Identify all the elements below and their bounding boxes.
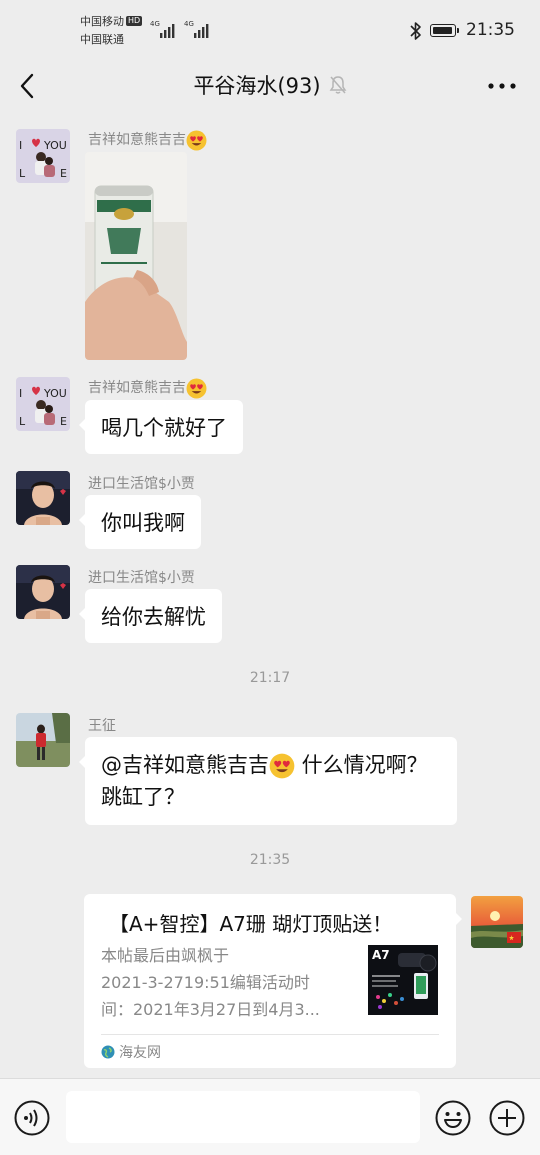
carrier-1: 中国移动 HD <box>80 15 143 28</box>
card-thumb-label: A7 <box>372 948 390 962</box>
mute-bell-icon <box>329 76 346 94</box>
chat-header: 平谷海水(93) <box>0 58 540 114</box>
message-text: 什么情况啊？ <box>295 753 428 777</box>
link-card[interactable]: 【A+智控】A7珊 瑚灯顶贴送！ 本帖最后由飒枫于 2021-3-2719:51… <box>84 894 462 1068</box>
svg-text:I: I <box>19 387 22 400</box>
sender-name: 进口生活馆$小贾 <box>88 570 195 586</box>
sender-name: 王征 <box>88 718 116 734</box>
timestamp: 21:17 <box>249 670 291 686</box>
svg-text:YOU: YOU <box>43 139 67 152</box>
mention[interactable]: @吉祥如意熊吉吉 <box>101 753 269 777</box>
emoji-button[interactable] <box>435 1100 471 1136</box>
svg-text:E: E <box>60 415 67 428</box>
carrier-2: 中国联通 <box>80 33 124 46</box>
message-bubble[interactable]: 给你去解忧 <box>79 589 222 643</box>
svg-text:L: L <box>19 167 26 180</box>
battery-icon <box>430 24 459 37</box>
globe-icon <box>101 1045 115 1059</box>
svg-text:I: I <box>19 139 22 152</box>
sender-name: 吉祥如意熊吉吉 <box>88 129 207 151</box>
svg-text:4G: 4G <box>150 20 160 28</box>
more-functions-button[interactable] <box>489 1100 525 1136</box>
message-list[interactable]: I YOU L E 吉祥如意熊吉吉 I YOU L E 吉祥如意熊吉吉 喝几个就… <box>0 114 540 1078</box>
card-description: 本帖最后由飒枫于 2021-3-2719:51编辑活动时 间：2021年3月27… <box>101 946 320 1019</box>
message-bubble[interactable]: 你叫我啊 <box>79 495 201 549</box>
status-time: 21:35 <box>466 20 515 40</box>
signal-2-icon: 4G <box>184 20 209 38</box>
beer-can-photo <box>85 152 187 360</box>
message-text-line-2: 跳缸了？ <box>101 785 185 809</box>
svg-text:4G: 4G <box>184 20 194 28</box>
sender-name: 进口生活馆$小贾 <box>88 476 195 492</box>
chat-title-row: 平谷海水(93) <box>0 70 540 100</box>
svg-text:E: E <box>60 167 67 180</box>
status-bar: 中国移动 HD 中国联通 4G 4G 21:35 <box>0 0 540 58</box>
card-divider <box>101 1034 439 1035</box>
avatar[interactable]: I YOU L E <box>16 129 70 183</box>
chat-title: 平谷海水(93) <box>193 74 321 98</box>
avatar[interactable] <box>16 471 70 525</box>
sender-name: 吉祥如意熊吉吉 <box>88 377 207 399</box>
voice-input-button[interactable] <box>14 1100 50 1136</box>
photo-message[interactable] <box>85 152 187 360</box>
message-bubble[interactable]: 喝几个就好了 <box>79 400 243 454</box>
card-thumbnail: A7 <box>368 945 438 1015</box>
avatar[interactable]: I YOU L E <box>16 377 70 431</box>
bluetooth-icon <box>410 22 421 40</box>
svg-text:YOU: YOU <box>43 387 67 400</box>
message-text: 喝几个就好了 <box>101 416 227 440</box>
avatar[interactable] <box>16 565 70 619</box>
card-source: 海友网 <box>101 1042 161 1062</box>
my-avatar[interactable] <box>471 896 523 948</box>
heart-eyes-emoji-icon <box>186 130 207 150</box>
heart-eyes-emoji-icon <box>269 753 295 779</box>
signal-1-icon: 4G <box>150 20 175 38</box>
input-bar <box>0 1078 540 1155</box>
card-title: 【A+智控】A7珊 瑚灯顶贴送！ <box>109 912 393 936</box>
heart-eyes-emoji-icon <box>186 378 207 398</box>
message-text: 给你去解忧 <box>101 605 206 629</box>
timestamp: 21:35 <box>249 852 291 868</box>
more-options-button[interactable] <box>482 74 522 98</box>
avatar[interactable] <box>16 713 70 767</box>
message-text: 你叫我啊 <box>101 511 185 535</box>
svg-text:L: L <box>19 415 26 428</box>
message-bubble[interactable]: @吉祥如意熊吉吉 什么情况啊？ 跳缸了？ <box>79 737 457 825</box>
message-input[interactable] <box>66 1091 420 1143</box>
hd-badge: HD <box>126 16 143 26</box>
